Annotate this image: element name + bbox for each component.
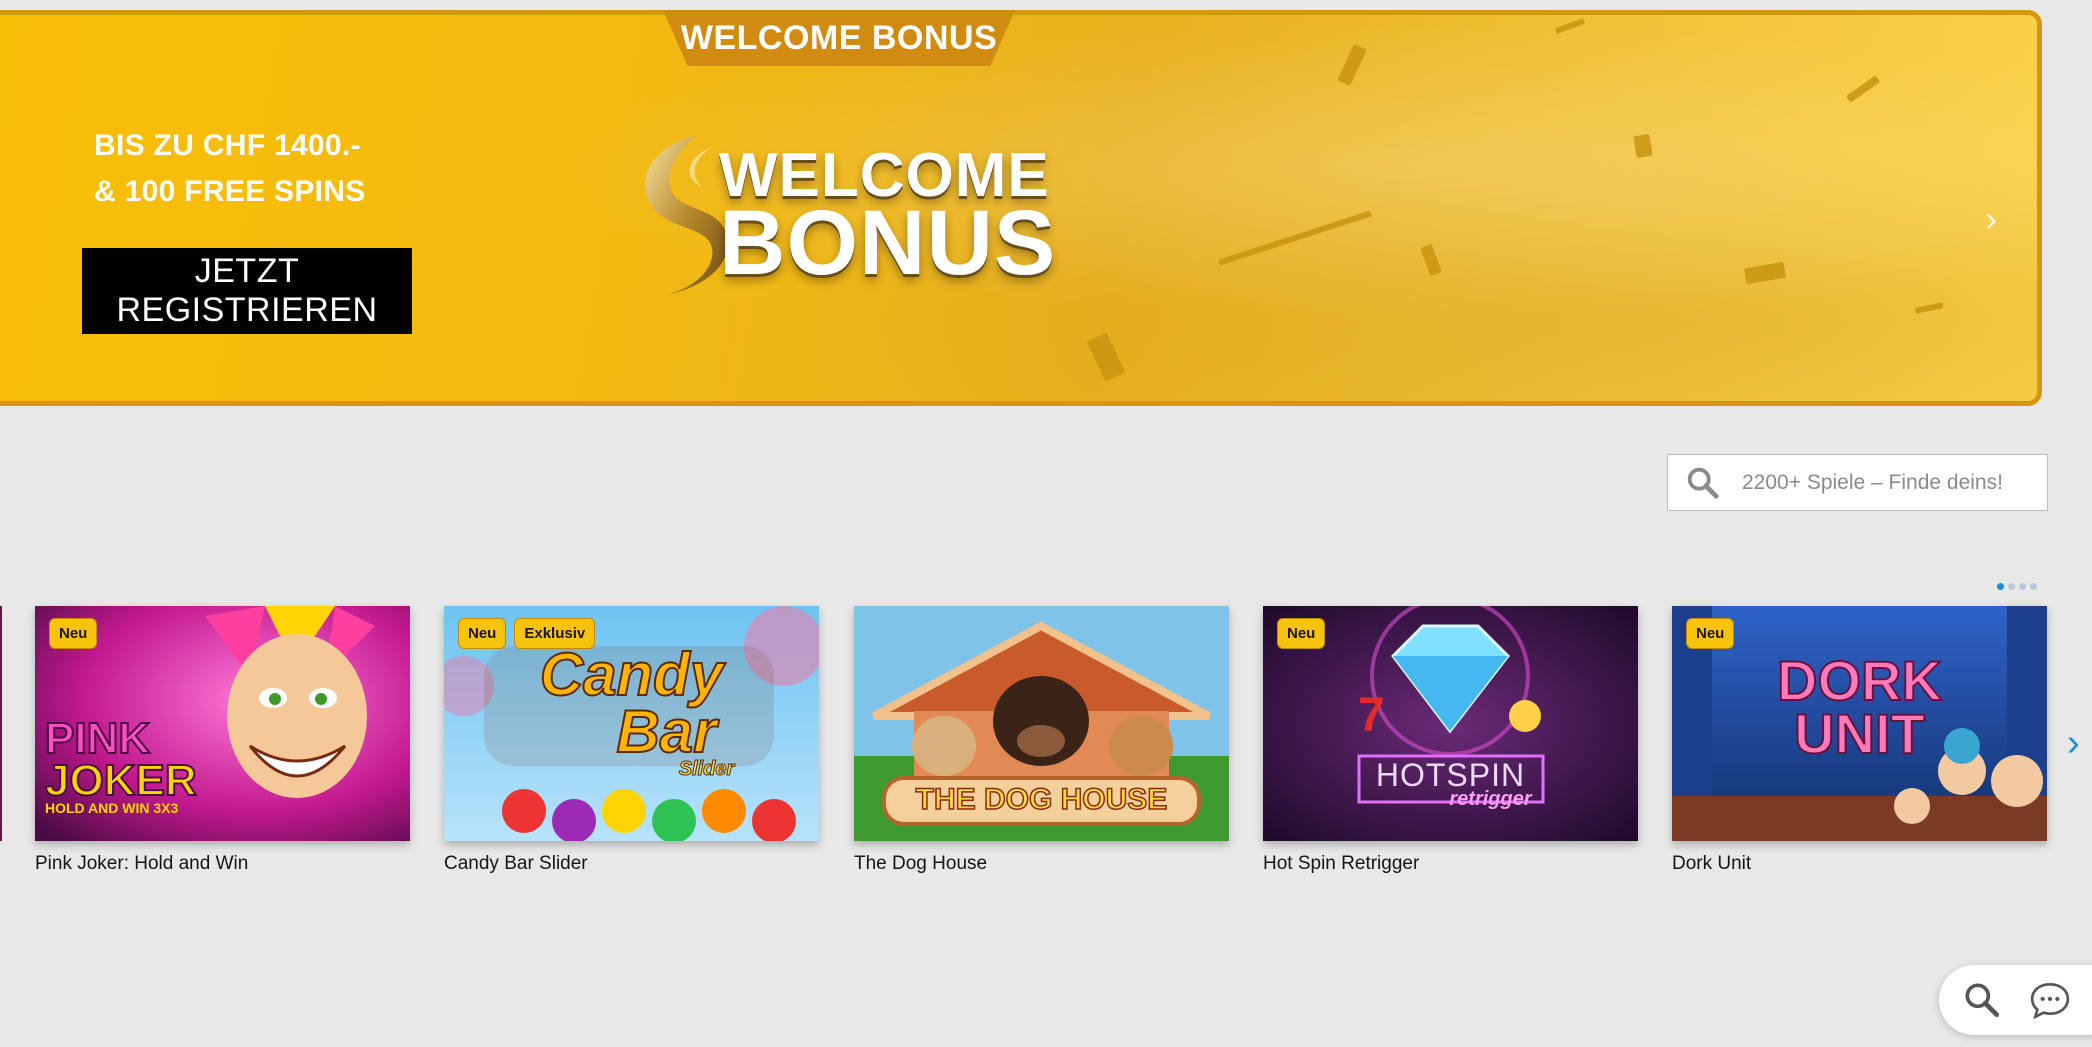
welcome-bonus-banner[interactable]: BIS ZU CHF 1400.- & 100 FREE SPINS JETZT…	[0, 10, 2042, 406]
game-thumbnail[interactable]: Candy Bar Slider Neu Exklusiv	[444, 606, 819, 841]
casino-home-page: BIS ZU CHF 1400.- & 100 FREE SPINS JETZT…	[0, 0, 2092, 1047]
new-badge: Neu	[1686, 618, 1735, 649]
game-thumbnail[interactable]: PINK JOKER HOLD AND WIN 3X3 Neu	[35, 606, 410, 841]
game-thumbnail[interactable]: 7 HOTSPIN retrigger Neu	[1263, 606, 1638, 841]
game-title[interactable]: Candy Bar Slider	[444, 853, 819, 875]
game-art-title: Candy Bar Slider	[539, 641, 735, 780]
welcome-bonus-logo: WELCOME BONUS	[627, 127, 1055, 297]
game-title[interactable]: Hot Spin Retrigger	[1263, 853, 1638, 875]
new-badge: Neu	[49, 618, 98, 649]
pager-dot[interactable]	[2008, 583, 2015, 590]
logo-bonus-text: BONUS	[719, 192, 1057, 294]
new-badge: Neu	[1277, 618, 1326, 649]
game-search-box[interactable]	[1667, 454, 2048, 511]
chevron-right-icon[interactable]: ›	[2067, 724, 2080, 762]
pager-dot[interactable]	[2030, 583, 2037, 590]
bonus-amount-text: BIS ZU CHF 1400.-	[94, 129, 361, 162]
exclusive-badge: Exklusiv	[514, 618, 596, 649]
game-card[interactable]: Candy Bar Slider Neu Exklusiv Candy Bar …	[444, 606, 819, 875]
game-thumbnail[interactable]: THE DOG HOUSE	[854, 606, 1229, 841]
svg-text:7: 7	[1358, 689, 1385, 742]
badge-group: Neu	[1277, 618, 1326, 649]
game-art-title: PINK JOKER HOLD AND WIN 3X3	[44, 714, 198, 816]
free-spins-text: & 100 FREE SPINS	[94, 175, 366, 208]
game-card[interactable]: PINK JOKER HOLD AND WIN 3X3 Neu Pink Jok…	[35, 606, 410, 875]
game-title[interactable]: Dork Unit	[1672, 853, 2047, 875]
game-card[interactable]: THE DOG HOUSE The Dog House	[854, 606, 1229, 875]
game-title[interactable]: The Dog House	[854, 853, 1229, 875]
pager-dot[interactable]	[2019, 583, 2026, 590]
search-input[interactable]	[1740, 469, 2034, 496]
badge-group: Neu	[1686, 618, 1735, 649]
search-icon	[1687, 467, 1719, 499]
game-art-title: DORK UNIT	[1776, 649, 1943, 766]
badge-group: Neu Exklusiv	[458, 618, 596, 649]
pager-dot[interactable]	[1997, 583, 2004, 590]
game-thumbnail[interactable]: DORK UNIT Neu	[1672, 606, 2047, 841]
floating-action-widget	[1939, 965, 2092, 1035]
register-button[interactable]: JETZT REGISTRIEREN	[82, 248, 412, 334]
carousel-pager	[1997, 583, 2037, 590]
banner-tab-label: WELCOME BONUS	[663, 10, 1015, 66]
game-art-title: HOTSPIN retrigger	[1375, 757, 1532, 811]
search-icon[interactable]	[1961, 979, 2003, 1021]
previous-game-card-edge[interactable]	[0, 606, 2, 841]
game-card[interactable]: 7 HOTSPIN retrigger Neu Hot Spin Retrigg…	[1263, 606, 1638, 875]
game-title[interactable]: Pink Joker: Hold and Win	[35, 853, 410, 875]
badge-group: Neu	[49, 618, 98, 649]
game-art-title: THE DOG HOUSE	[915, 783, 1168, 816]
game-card[interactable]: DORK UNIT Neu Dork Unit	[1672, 606, 2047, 875]
chevron-right-icon[interactable]: ›	[1985, 201, 2013, 237]
chat-bubble-icon[interactable]	[2029, 979, 2071, 1021]
new-badge: Neu	[458, 618, 507, 649]
